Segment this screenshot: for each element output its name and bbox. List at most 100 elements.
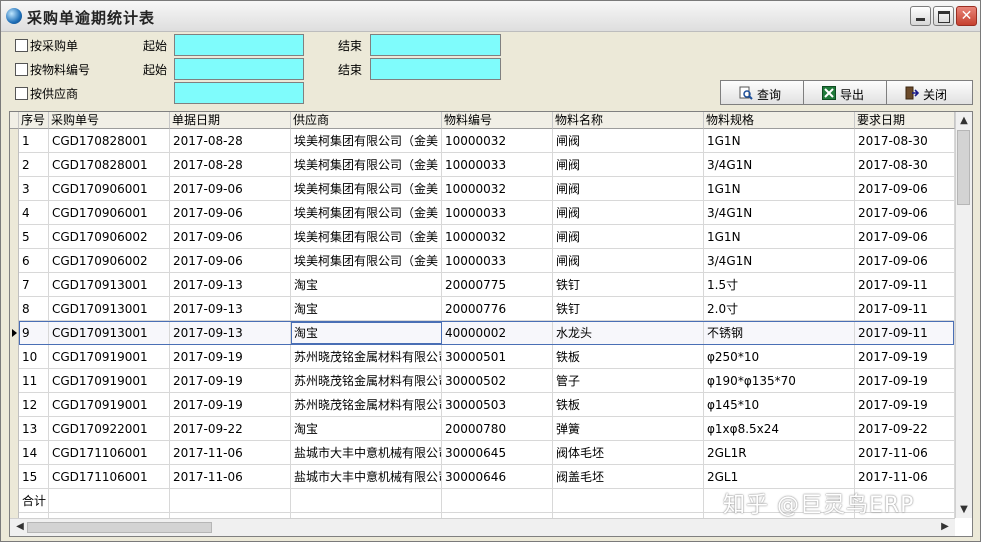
cell-doc-date[interactable]: 2017-09-06 bbox=[170, 249, 291, 273]
cell-doc-date[interactable]: 2017-09-06 bbox=[170, 201, 291, 225]
cell-material-spec[interactable]: 2GL1R bbox=[704, 441, 855, 465]
table-row[interactable]: 1 CGD170828001 2017-08-28 埃美柯集团有限公司（金美 10000… bbox=[10, 129, 955, 153]
row-indicator[interactable] bbox=[10, 393, 19, 417]
row-indicator[interactable] bbox=[10, 297, 19, 321]
minimize-button[interactable] bbox=[910, 6, 931, 26]
cell-material-spec[interactable]: 1G1N bbox=[704, 129, 855, 153]
col-doc-date-header[interactable]: 单据日期 bbox=[170, 112, 291, 129]
title-bar[interactable]: 采购单逾期统计表 ✕ bbox=[1, 1, 980, 32]
cell-material-code[interactable]: 30000646 bbox=[442, 465, 553, 489]
material-end-input[interactable] bbox=[370, 58, 501, 80]
cell-required-date[interactable]: 2017-11-06 bbox=[855, 441, 955, 465]
cell-material-name[interactable]: 闸阀 bbox=[553, 153, 704, 177]
cell-po-number[interactable]: CGD170919001 bbox=[49, 369, 170, 393]
table-row[interactable]: 13 CGD170922001 2017-09-22 淘宝 20000780 弹簧 φ1xφ… bbox=[10, 417, 955, 441]
maximize-button[interactable] bbox=[933, 6, 954, 26]
cell-doc-date[interactable]: 2017-09-13 bbox=[170, 297, 291, 321]
cell-index[interactable]: 8 bbox=[19, 297, 49, 321]
cell-material-name[interactable]: 闸阀 bbox=[553, 201, 704, 225]
cell-required-date[interactable]: 2017-09-06 bbox=[855, 177, 955, 201]
cell-required-date[interactable]: 2017-09-11 bbox=[855, 321, 955, 345]
cell-material-spec[interactable]: 1.5寸 bbox=[704, 273, 855, 297]
cell-index[interactable]: 13 bbox=[19, 417, 49, 441]
cell-material-code[interactable]: 30000502 bbox=[442, 369, 553, 393]
cell-supplier[interactable]: 盐城市大丰中意机械有限公司 bbox=[291, 441, 442, 465]
close-window-button[interactable]: ✕ bbox=[956, 6, 977, 26]
cell-material-code[interactable]: 10000032 bbox=[442, 129, 553, 153]
cell-material-name[interactable]: 铁板 bbox=[553, 345, 704, 369]
cell-material-spec[interactable]: 1G1N bbox=[704, 225, 855, 249]
cell-supplier[interactable]: 埃美柯集团有限公司（金美 bbox=[291, 153, 442, 177]
table-row[interactable]: 10 CGD170919001 2017-09-19 苏州晓茂铭金属材料有限公司 300… bbox=[10, 345, 955, 369]
cell-required-date[interactable]: 2017-09-06 bbox=[855, 249, 955, 273]
cell-supplier[interactable]: 埃美柯集团有限公司（金美 bbox=[291, 201, 442, 225]
col-material-code-header[interactable]: 物料编号 bbox=[442, 112, 553, 129]
cell-material-name[interactable]: 水龙头 bbox=[553, 321, 704, 345]
cell-index[interactable]: 9 bbox=[19, 321, 49, 345]
row-indicator[interactable] bbox=[10, 417, 19, 441]
horizontal-scrollbar[interactable]: ◀ ▶ bbox=[10, 518, 955, 536]
cell-material-spec[interactable]: 1G1N bbox=[704, 177, 855, 201]
cell-doc-date[interactable]: 2017-09-22 bbox=[170, 417, 291, 441]
cell-doc-date[interactable]: 2017-09-06 bbox=[170, 225, 291, 249]
table-row[interactable]: 2 CGD170828001 2017-08-28 埃美柯集团有限公司（金美 10000… bbox=[10, 153, 955, 177]
horizontal-scroll-thumb[interactable] bbox=[27, 522, 212, 533]
cell-doc-date[interactable]: 2017-09-19 bbox=[170, 369, 291, 393]
cell-supplier[interactable]: 苏州晓茂铭金属材料有限公司 bbox=[291, 345, 442, 369]
scroll-up-icon[interactable]: ▲ bbox=[956, 115, 972, 126]
cell-doc-date[interactable]: 2017-08-28 bbox=[170, 129, 291, 153]
cell-po-number[interactable]: CGD170913001 bbox=[49, 297, 170, 321]
cell-material-name[interactable]: 铁钉 bbox=[553, 297, 704, 321]
cell-required-date[interactable]: 2017-09-19 bbox=[855, 393, 955, 417]
cell-supplier[interactable]: 埃美柯集团有限公司（金美 bbox=[291, 177, 442, 201]
cell-index[interactable]: 5 bbox=[19, 225, 49, 249]
cell-required-date[interactable]: 2017-11-06 bbox=[855, 465, 955, 489]
cell-required-date[interactable]: 2017-09-22 bbox=[855, 417, 955, 441]
cell-doc-date[interactable]: 2017-09-19 bbox=[170, 345, 291, 369]
cell-po-number[interactable]: CGD170906001 bbox=[49, 201, 170, 225]
table-row[interactable]: 8 CGD170913001 2017-09-13 淘宝 20000776 铁钉 2.0寸 2… bbox=[10, 297, 955, 321]
po-start-input[interactable] bbox=[174, 34, 304, 56]
table-row[interactable]: 9 CGD170913001 2017-09-13 淘宝 40000002 水龙头 不锈钢 2… bbox=[10, 321, 955, 345]
cell-supplier[interactable]: 苏州晓茂铭金属材料有限公司 bbox=[291, 369, 442, 393]
cell-required-date[interactable]: 2017-09-11 bbox=[855, 297, 955, 321]
col-po-number-header[interactable]: 采购单号 bbox=[49, 112, 170, 129]
cell-index[interactable]: 2 bbox=[19, 153, 49, 177]
by-supplier-checkbox[interactable] bbox=[15, 87, 28, 100]
supplier-input[interactable] bbox=[174, 82, 304, 104]
cell-po-number[interactable]: CGD170906001 bbox=[49, 177, 170, 201]
cell-supplier[interactable]: 淘宝 bbox=[291, 273, 442, 297]
cell-po-number[interactable]: CGD170919001 bbox=[49, 393, 170, 417]
cell-material-code[interactable]: 10000032 bbox=[442, 225, 553, 249]
cell-material-name[interactable]: 铁板 bbox=[553, 393, 704, 417]
vertical-scrollbar[interactable]: ▲ ▼ bbox=[955, 112, 972, 518]
close-button[interactable]: 关闭 bbox=[886, 80, 973, 105]
table-row[interactable]: 15 CGD171106001 2017-11-06 盐城市大丰中意机械有限公司 300… bbox=[10, 465, 955, 489]
col-material-spec-header[interactable]: 物料规格 bbox=[704, 112, 855, 129]
cell-supplier[interactable]: 埃美柯集团有限公司（金美 bbox=[291, 225, 442, 249]
cell-material-code[interactable]: 30000645 bbox=[442, 441, 553, 465]
row-indicator[interactable] bbox=[10, 201, 19, 225]
cell-material-spec[interactable]: 2.0寸 bbox=[704, 297, 855, 321]
cell-material-spec[interactable]: 3/4G1N bbox=[704, 249, 855, 273]
cell-material-spec[interactable]: 不锈钢 bbox=[704, 321, 855, 345]
cell-material-name[interactable]: 闸阀 bbox=[553, 249, 704, 273]
cell-po-number[interactable]: CGD170922001 bbox=[49, 417, 170, 441]
cell-doc-date[interactable]: 2017-09-06 bbox=[170, 177, 291, 201]
cell-supplier[interactable]: 埃美柯集团有限公司（金美 bbox=[291, 249, 442, 273]
cell-material-name[interactable]: 闸阀 bbox=[553, 177, 704, 201]
table-row[interactable]: 14 CGD171106001 2017-11-06 盐城市大丰中意机械有限公司 300… bbox=[10, 441, 955, 465]
cell-material-code[interactable]: 20000780 bbox=[442, 417, 553, 441]
cell-supplier[interactable]: 淘宝 bbox=[291, 417, 442, 441]
cell-material-spec[interactable]: 2GL1 bbox=[704, 465, 855, 489]
cell-required-date[interactable]: 2017-09-11 bbox=[855, 273, 955, 297]
cell-material-spec[interactable]: 3/4G1N bbox=[704, 201, 855, 225]
cell-material-name[interactable]: 管子 bbox=[553, 369, 704, 393]
cell-material-name[interactable]: 弹簧 bbox=[553, 417, 704, 441]
cell-po-number[interactable]: CGD170913001 bbox=[49, 321, 170, 345]
table-row[interactable]: 4 CGD170906001 2017-09-06 埃美柯集团有限公司（金美 10000… bbox=[10, 201, 955, 225]
cell-material-code[interactable]: 10000033 bbox=[442, 153, 553, 177]
row-indicator[interactable] bbox=[10, 369, 19, 393]
cell-material-code[interactable]: 10000032 bbox=[442, 177, 553, 201]
cell-po-number[interactable]: CGD170919001 bbox=[49, 345, 170, 369]
